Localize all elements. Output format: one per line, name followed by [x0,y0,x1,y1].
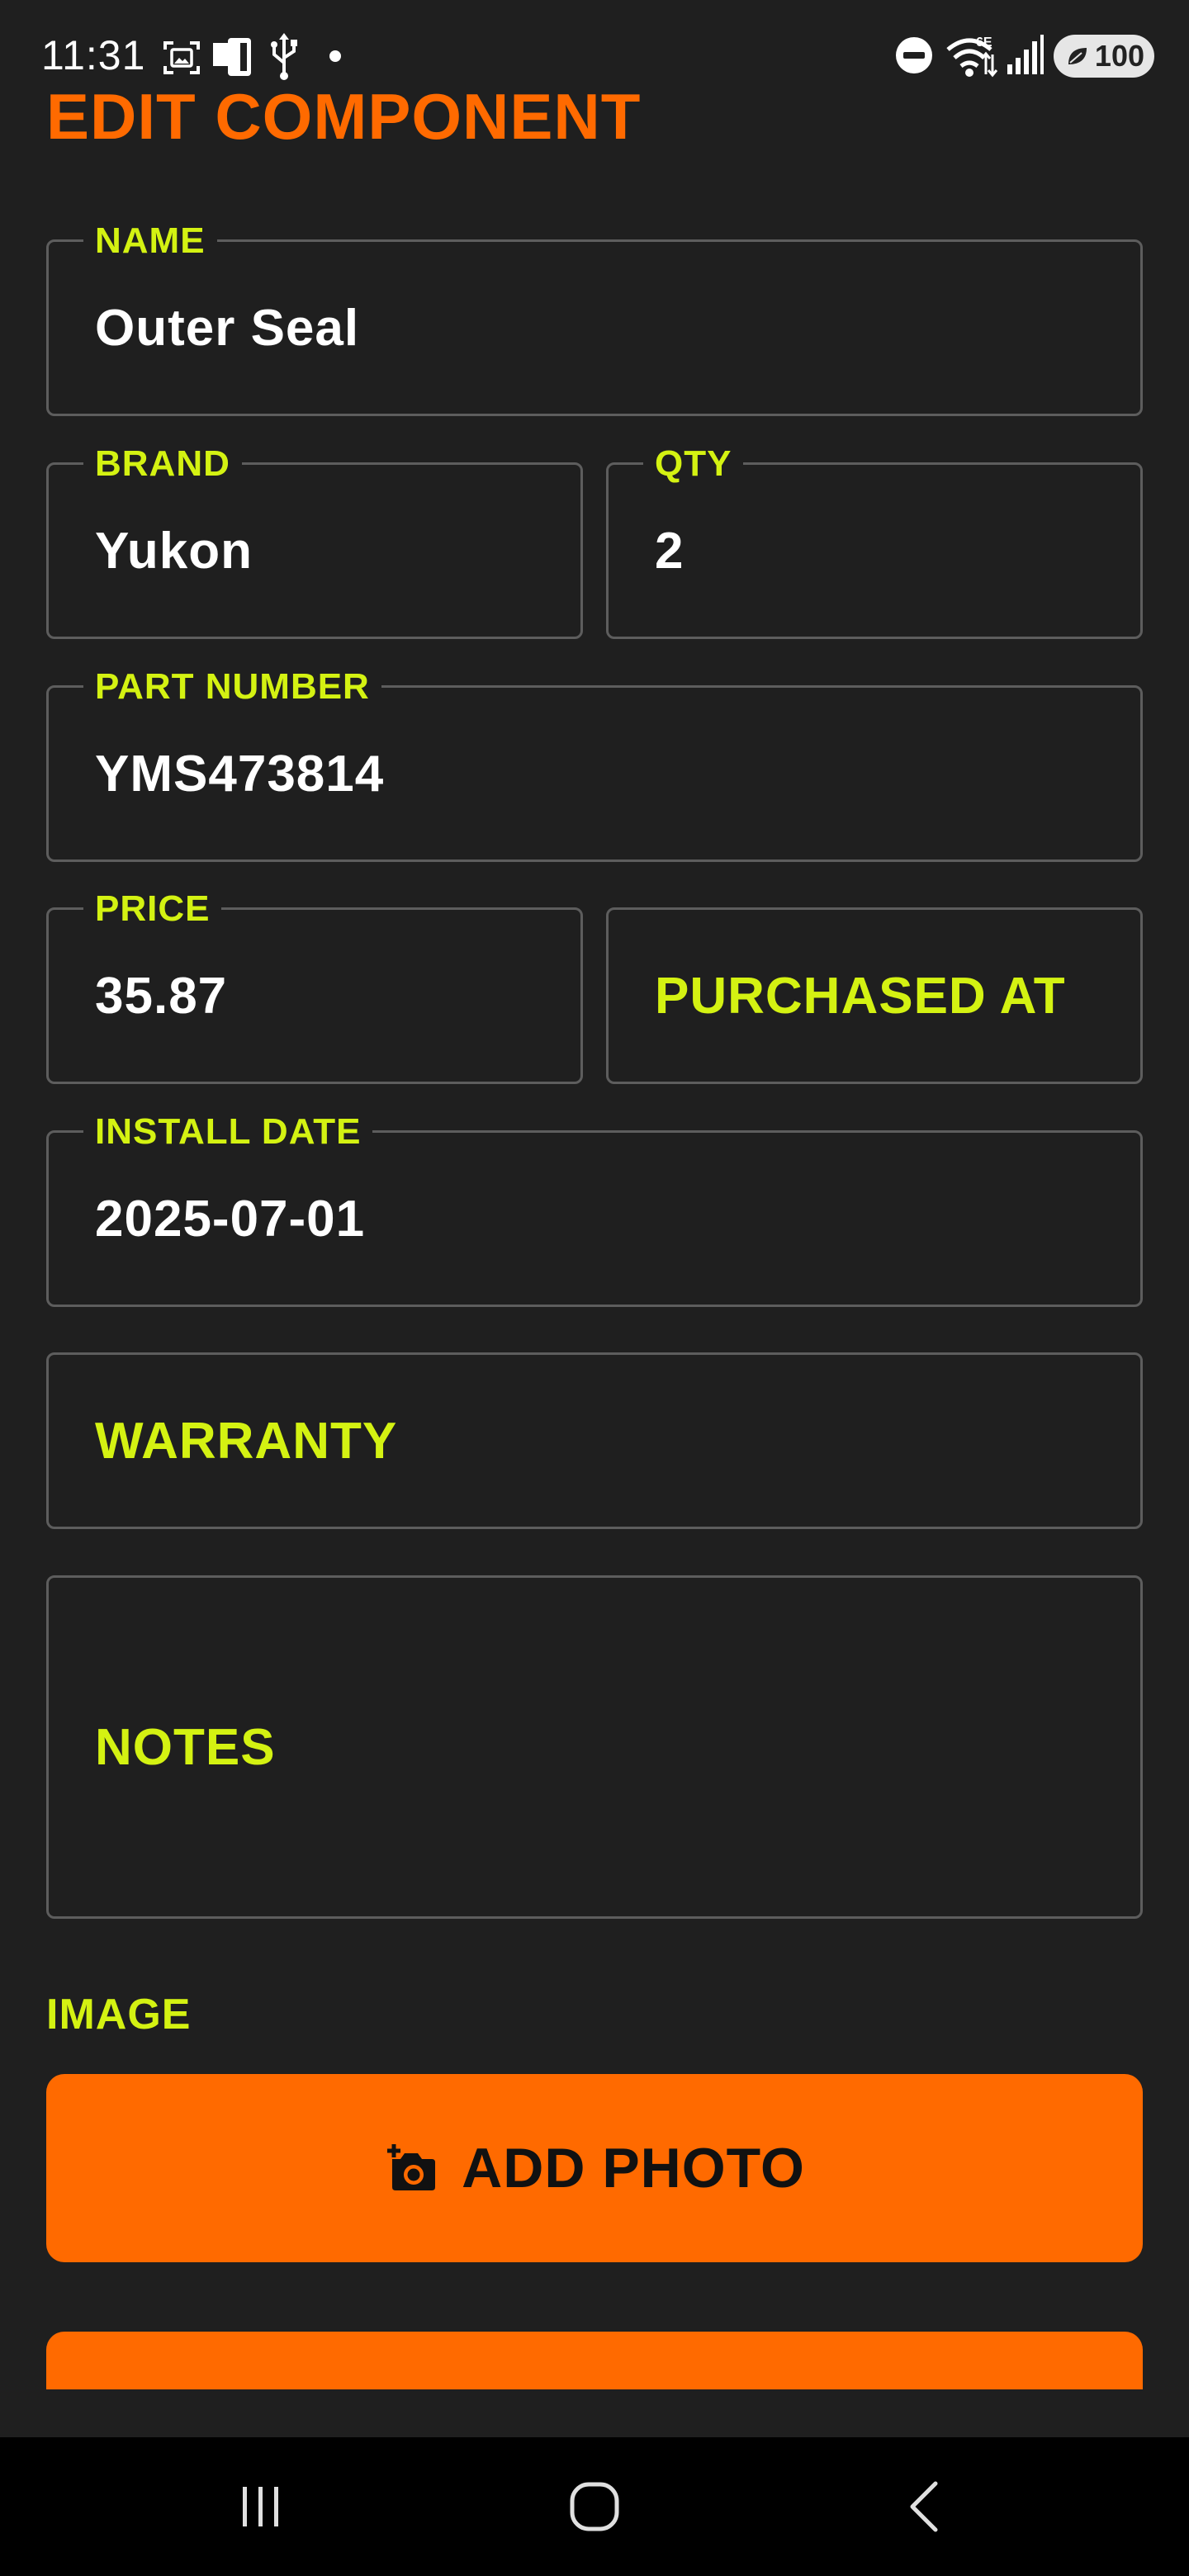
add-photo-button[interactable]: ADD PHOTO [46,2074,1143,2262]
battery-icon: 100 [1054,35,1154,78]
svg-text:6E: 6E [976,36,992,50]
install-date-value: 2025-07-01 [95,1190,366,1248]
recent-apps-icon [243,2487,278,2526]
notes-field[interactable]: NOTES [46,1575,1143,1919]
dot-icon [329,50,341,62]
battery-level: 100 [1094,39,1144,73]
qty-value: 2 [655,522,685,580]
image-section-label: IMAGE [46,1991,192,2039]
back-button[interactable] [826,2437,1024,2576]
purchased-at-field[interactable]: PURCHASED AT [606,907,1143,1084]
navigation-bar [0,2437,1189,2576]
back-icon [910,2481,938,2532]
screenshot-icon [163,41,200,74]
scroll-edge [0,2389,1189,2436]
name-value: Outer Seal [95,299,360,357]
qty-field[interactable]: QTY 2 [606,443,1143,639]
do-not-disturb-icon [896,37,932,73]
wifi-6e-icon: 6E [946,36,998,78]
signal-icon [1007,35,1044,74]
part-number-field[interactable]: PART NUMBER YMS473814 [46,666,1143,862]
warranty-field[interactable]: WARRANTY [46,1352,1143,1529]
battery-saver-leaf-icon [1068,48,1087,64]
name-field[interactable]: NAME Outer Seal [46,220,1143,416]
price-value: 35.87 [95,967,228,1025]
home-icon [570,2482,619,2531]
page-title: EDIT COMPONENT [46,80,642,153]
part-number-value: YMS473814 [95,745,385,803]
home-button[interactable] [495,2437,694,2576]
purchased-at-placeholder: PURCHASED AT [655,967,1066,1025]
recent-apps-button[interactable] [162,2437,360,2576]
status-time: 11:31 [41,32,146,78]
price-field[interactable]: PRICE 35.87 [46,888,583,1084]
add-photo-label: ADD PHOTO [462,2137,805,2200]
device-icon [213,38,251,76]
screen: 11:31 6E 100 EDIT COMPONENT NAME Outer S… [0,0,1189,2576]
brand-field[interactable]: BRAND Yukon [46,443,583,639]
add-camera-icon [387,2144,436,2190]
usb-icon [271,33,297,80]
notes-placeholder: NOTES [95,1718,276,1776]
warranty-placeholder: WARRANTY [95,1412,398,1470]
brand-value: Yukon [95,522,253,580]
install-date-field[interactable]: INSTALL DATE 2025-07-01 [46,1111,1143,1307]
